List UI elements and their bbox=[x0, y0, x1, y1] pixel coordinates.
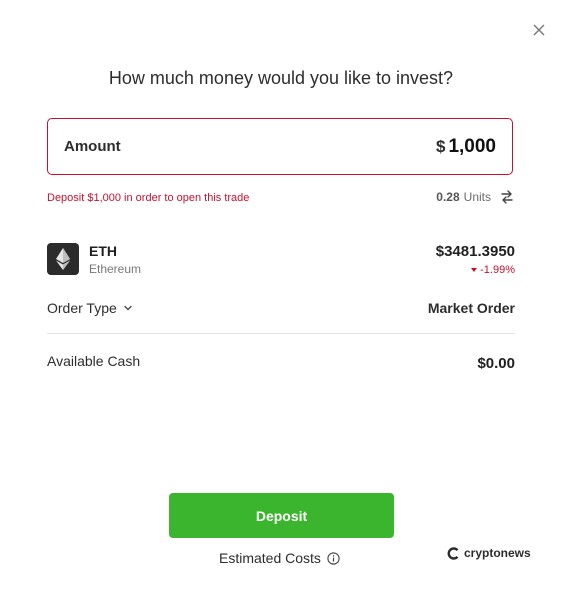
estimated-costs-label: Estimated Costs bbox=[219, 550, 321, 566]
deposit-warning: Deposit $1,000 in order to open this tra… bbox=[47, 192, 250, 204]
units-value: 0.28 bbox=[436, 190, 460, 204]
down-arrow-icon bbox=[471, 268, 478, 272]
order-type-label: Order Type bbox=[47, 300, 117, 316]
asset-logo bbox=[47, 243, 79, 275]
estimated-costs-link[interactable]: Estimated Costs bbox=[219, 550, 340, 566]
cryptonews-logo-icon bbox=[447, 546, 459, 560]
chevron-down-icon bbox=[124, 305, 132, 311]
divider bbox=[47, 333, 515, 334]
info-icon[interactable] bbox=[327, 551, 340, 565]
close-icon bbox=[533, 24, 545, 36]
dialog-title: How much money would you like to invest? bbox=[108, 68, 454, 88]
deposit-button[interactable]: Deposit bbox=[169, 493, 394, 538]
order-type-value: Market Order bbox=[427, 300, 515, 316]
order-type-dropdown[interactable]: Order Type bbox=[47, 300, 133, 316]
watermark-text: cryptonews bbox=[464, 546, 531, 560]
available-cash-label: Available Cash bbox=[47, 353, 141, 369]
amount-input[interactable]: Amount $ 1,000 bbox=[47, 118, 513, 175]
asset-change: -1.99% bbox=[471, 264, 515, 276]
units-label: Units bbox=[463, 190, 491, 204]
amount-currency: $ bbox=[435, 136, 446, 156]
asset-change-value: -1.99% bbox=[480, 264, 515, 276]
close-button[interactable] bbox=[530, 21, 548, 39]
amount-label: Amount bbox=[64, 138, 121, 155]
asset-symbol: ETH bbox=[89, 243, 117, 259]
cryptonews-watermark: cryptonews bbox=[447, 546, 531, 560]
amount-value: 1,000 bbox=[448, 135, 496, 157]
asset-price: $3481.3950 bbox=[435, 243, 515, 260]
ethereum-icon bbox=[56, 248, 70, 270]
amount-value-group: $ 1,000 bbox=[436, 136, 496, 158]
units-display: 0.28 Units bbox=[436, 189, 515, 205]
asset-name: Ethereum bbox=[89, 262, 142, 276]
available-cash-value: $0.00 bbox=[477, 355, 515, 372]
swap-icon[interactable] bbox=[499, 189, 515, 205]
